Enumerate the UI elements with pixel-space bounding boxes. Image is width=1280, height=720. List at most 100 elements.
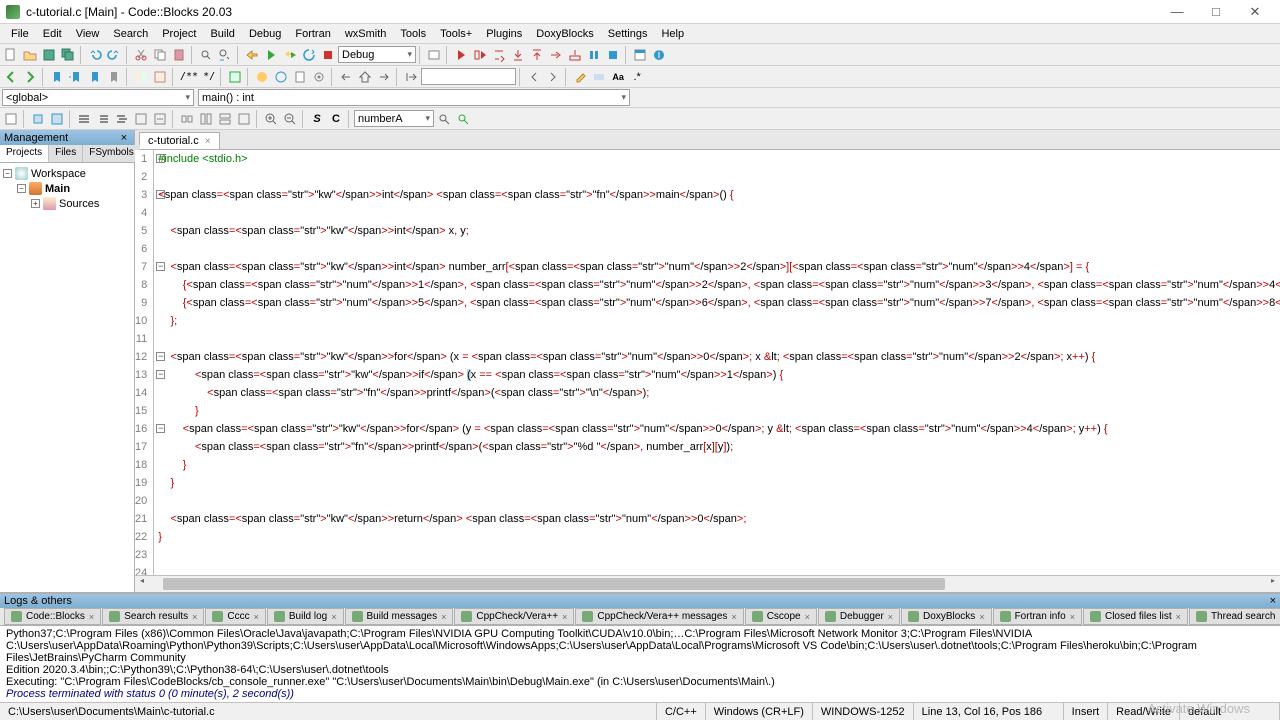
tab-files[interactable]: Files	[49, 145, 83, 162]
regex-icon[interactable]: .*	[628, 68, 646, 86]
save-icon[interactable]	[40, 46, 58, 64]
tab-projects[interactable]: Projects	[0, 145, 49, 162]
minimize-button[interactable]: —	[1158, 2, 1196, 22]
maximize-button[interactable]: □	[1197, 2, 1235, 22]
bookmark-next-icon[interactable]	[86, 68, 104, 86]
jump-back-icon[interactable]	[337, 68, 355, 86]
redo-icon[interactable]	[105, 46, 123, 64]
debug-run-icon[interactable]	[452, 46, 470, 64]
log-tab[interactable]: Closed files list ×	[1083, 608, 1188, 625]
log-tab[interactable]: Build messages ×	[345, 608, 454, 625]
log-tab[interactable]: DoxyBlocks ×	[901, 608, 992, 625]
highlight-icon[interactable]	[571, 68, 589, 86]
undo-icon[interactable]	[86, 46, 104, 64]
step-out-icon[interactable]	[528, 46, 546, 64]
log-tab[interactable]: Debugger ×	[818, 608, 900, 625]
log-tab[interactable]: Thread search ×	[1189, 608, 1280, 625]
tree-workspace[interactable]: − Workspace	[3, 166, 131, 181]
menu-settings[interactable]: Settings	[601, 26, 655, 42]
doxy-config-icon[interactable]	[310, 68, 328, 86]
next-line-icon[interactable]	[490, 46, 508, 64]
build-icon[interactable]	[243, 46, 261, 64]
doxy-run-icon[interactable]	[253, 68, 271, 86]
expand-icon[interactable]: +	[31, 199, 40, 208]
menu-fortran[interactable]: Fortran	[288, 26, 337, 42]
close-button[interactable]: ✕	[1236, 2, 1274, 22]
open-icon[interactable]	[21, 46, 39, 64]
step-into-instr-icon[interactable]	[566, 46, 584, 64]
ws-unindent-icon[interactable]	[94, 110, 112, 128]
unfold-all-icon[interactable]	[235, 110, 253, 128]
menu-build[interactable]: Build	[203, 26, 241, 42]
replace-icon[interactable]	[216, 46, 234, 64]
menu-debug[interactable]: Debug	[242, 26, 288, 42]
diff2-icon[interactable]	[151, 68, 169, 86]
jump-fwd-icon[interactable]	[375, 68, 393, 86]
rebuild-icon[interactable]	[300, 46, 318, 64]
jump-home-icon[interactable]	[356, 68, 374, 86]
collapse-icon[interactable]: −	[3, 169, 12, 178]
menu-wxsmith[interactable]: wxSmith	[338, 26, 394, 42]
zoom-out-icon[interactable]	[281, 110, 299, 128]
ws-indent2-icon[interactable]	[113, 110, 131, 128]
tree-project[interactable]: − Main	[3, 181, 131, 196]
match-case-icon[interactable]: Aa	[609, 68, 627, 86]
scope-combo-right[interactable]: main() : int	[198, 89, 630, 106]
goto-impl-icon[interactable]	[454, 110, 472, 128]
menu-search[interactable]: Search	[106, 26, 155, 42]
run-icon[interactable]	[262, 46, 280, 64]
forward-icon[interactable]	[21, 68, 39, 86]
run-to-cursor-icon[interactable]	[471, 46, 489, 64]
paste-icon[interactable]	[170, 46, 188, 64]
bookmark-toggle-icon[interactable]	[48, 68, 66, 86]
search-input[interactable]	[421, 68, 516, 85]
file-tab-close-icon[interactable]: ×	[205, 136, 211, 147]
zoom-in-icon[interactable]	[262, 110, 280, 128]
menu-tools+[interactable]: Tools+	[433, 26, 479, 42]
file-tab-active[interactable]: c-tutorial.c ×	[139, 132, 220, 149]
debug-windows-icon[interactable]	[631, 46, 649, 64]
log-tab[interactable]: Build log ×	[267, 608, 344, 625]
step-into-icon[interactable]	[509, 46, 527, 64]
scope-combo-left[interactable]: <global>	[2, 89, 194, 106]
collapse-icon[interactable]: −	[17, 184, 26, 193]
logs-close-icon[interactable]: ×	[1270, 595, 1276, 607]
next-instr-icon[interactable]	[547, 46, 565, 64]
management-close-icon[interactable]: ×	[118, 132, 130, 144]
menu-plugins[interactable]: Plugins	[479, 26, 529, 42]
toggle-source-icon[interactable]	[2, 110, 20, 128]
unfold-icon[interactable]	[197, 110, 215, 128]
source-fmt-icon[interactable]: S	[308, 110, 326, 128]
log-tab[interactable]: CppCheck/Vera++ ×	[454, 608, 574, 625]
selected-text-icon[interactable]	[590, 68, 608, 86]
fold-all-icon[interactable]	[216, 110, 234, 128]
stop-debugger-icon[interactable]	[604, 46, 622, 64]
build-run-icon[interactable]	[281, 46, 299, 64]
tree-sources[interactable]: + Sources	[3, 196, 131, 211]
find-icon[interactable]	[197, 46, 215, 64]
tab-fsymbols[interactable]: FSymbols	[83, 145, 139, 162]
ws-indent-icon[interactable]	[75, 110, 93, 128]
copy-icon[interactable]	[151, 46, 169, 64]
code-editor[interactable]: 1234567891011121314151617181920212223242…	[135, 150, 1280, 575]
sel-all-icon[interactable]	[48, 110, 66, 128]
ws-comment-icon[interactable]	[132, 110, 150, 128]
doxy-html-icon[interactable]	[272, 68, 290, 86]
info-icon[interactable]: i	[650, 46, 668, 64]
inc-fwd-icon[interactable]	[544, 68, 562, 86]
goto-decl-icon[interactable]	[435, 110, 453, 128]
menu-view[interactable]: View	[69, 26, 107, 42]
last-jump-icon[interactable]	[402, 68, 420, 86]
back-icon[interactable]	[2, 68, 20, 86]
menu-file[interactable]: File	[4, 26, 36, 42]
log-tab[interactable]: Code::Blocks ×	[4, 608, 101, 625]
log-body[interactable]: Python37;C:\Program Files (x86)\Common F…	[0, 626, 1280, 702]
menu-tools[interactable]: Tools	[393, 26, 433, 42]
log-tab[interactable]: Cccc ×	[205, 608, 266, 625]
log-tab[interactable]: CppCheck/Vera++ messages ×	[575, 608, 743, 625]
abort-icon[interactable]	[319, 46, 337, 64]
symbol-combo[interactable]: numberA	[354, 110, 434, 127]
bookmark-clear-icon[interactable]	[105, 68, 123, 86]
inc-back-icon[interactable]	[525, 68, 543, 86]
menu-doxyblocks[interactable]: DoxyBlocks	[529, 26, 600, 42]
